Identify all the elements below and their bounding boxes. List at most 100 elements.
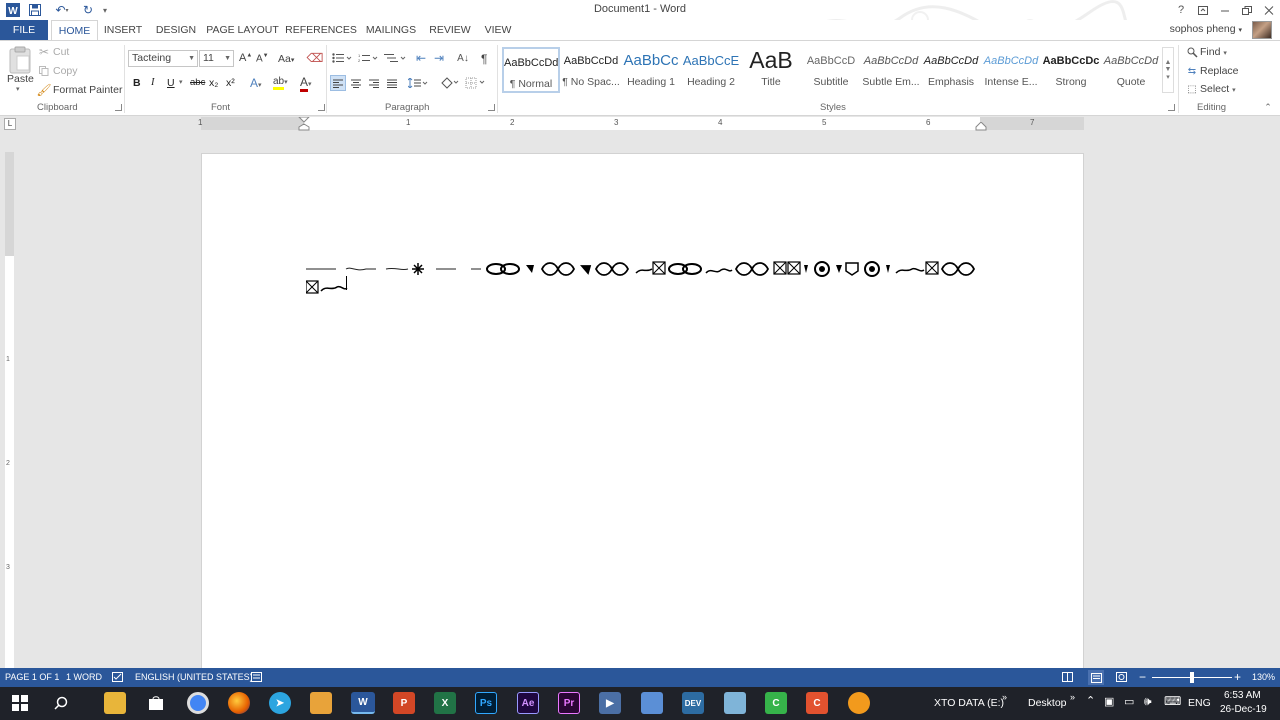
cut-icon[interactable]: ✂: [38, 45, 50, 59]
sort-icon[interactable]: A↓: [455, 51, 471, 65]
macro-icon[interactable]: [251, 672, 262, 684]
superscript-button[interactable]: x²: [226, 77, 235, 89]
document-page[interactable]: [201, 153, 1084, 673]
font-color-button[interactable]: A▾: [300, 75, 312, 92]
style-emphasis[interactable]: AaBbCcDd Emphasis: [922, 47, 980, 93]
align-left-icon[interactable]: [330, 75, 346, 91]
replace-icon[interactable]: ⇆: [1186, 65, 1198, 77]
subscript-button[interactable]: x₂: [209, 77, 218, 89]
restore-icon[interactable]: [1236, 1, 1258, 19]
indent-marker-icon[interactable]: [298, 117, 310, 131]
word-taskbar-icon[interactable]: W: [351, 692, 375, 714]
clear-formatting-icon[interactable]: ⌫: [307, 51, 324, 65]
find-button[interactable]: Find ▾: [1200, 46, 1227, 58]
edit-icon[interactable]: [724, 692, 746, 714]
show-hidden-icons-icon[interactable]: ⌃: [1086, 694, 1095, 707]
style-title[interactable]: AaB Title: [742, 47, 800, 93]
font-name-box[interactable]: Tacteing ▼: [128, 50, 198, 67]
line-spacing-icon[interactable]: [406, 75, 430, 91]
avatar[interactable]: [1252, 21, 1272, 39]
align-right-icon[interactable]: [366, 75, 382, 91]
more-styles-icon[interactable]: ▾: [1166, 73, 1170, 81]
tab-file[interactable]: FILE: [0, 20, 48, 40]
zoom-level[interactable]: 130%: [1252, 672, 1275, 682]
paste-dropdown-icon[interactable]: ▾: [16, 85, 20, 93]
web-layout-icon[interactable]: [1116, 672, 1127, 684]
clipboard-launcher-icon[interactable]: [115, 104, 122, 111]
tab-view[interactable]: VIEW: [479, 20, 517, 40]
style-normal[interactable]: AaBbCcDd ¶ Normal: [502, 47, 560, 93]
media-icon[interactable]: ▶: [599, 692, 621, 714]
justify-icon[interactable]: [384, 75, 400, 91]
powerpoint-icon[interactable]: P: [393, 692, 415, 714]
media-player-icon[interactable]: [310, 692, 332, 714]
cut-button[interactable]: Cut: [53, 46, 69, 58]
align-center-icon[interactable]: [348, 75, 364, 91]
borders-icon[interactable]: [464, 75, 488, 91]
tab-page-layout[interactable]: PAGE LAYOUT: [205, 20, 280, 40]
clock-date[interactable]: 26-Dec-19: [1220, 704, 1267, 715]
multilevel-list-icon[interactable]: [383, 52, 407, 64]
select-icon[interactable]: ⬚: [1186, 83, 1198, 95]
input-language[interactable]: ENG: [1188, 697, 1211, 709]
horizontal-ruler[interactable]: 1 1 2 3 4 5 6 7: [198, 117, 1084, 131]
bold-button[interactable]: B: [133, 77, 141, 89]
tab-home[interactable]: HOME: [51, 20, 98, 40]
language-indicator[interactable]: ENGLISH (UNITED STATES): [135, 672, 253, 682]
vertical-ruler[interactable]: 1 2 3: [5, 152, 14, 668]
devtool-icon[interactable]: DEV: [682, 692, 704, 714]
camtasia-icon[interactable]: C: [765, 692, 787, 714]
change-case-button[interactable]: Aa▾: [278, 53, 294, 65]
chevron-up-icon[interactable]: ▲: [1165, 59, 1172, 66]
help-button[interactable]: ?: [1170, 1, 1192, 19]
tab-review[interactable]: REVIEW: [424, 20, 476, 40]
style-subtitle[interactable]: AaBbCcD Subtitle: [802, 47, 860, 93]
zoom-slider-thumb[interactable]: [1190, 672, 1194, 683]
select-button[interactable]: Select ▾: [1200, 83, 1236, 95]
decrease-indent-icon[interactable]: ⇤: [413, 51, 429, 65]
chrome-icon[interactable]: [187, 692, 209, 714]
style-heading-1[interactable]: AaBbCc Heading 1: [622, 47, 680, 93]
shrink-font-button[interactable]: A▼: [256, 53, 269, 64]
store-icon[interactable]: [145, 692, 167, 714]
underline-button[interactable]: U: [167, 77, 175, 89]
tab-design[interactable]: DESIGN: [150, 20, 202, 40]
highlight-button[interactable]: ab▾: [273, 76, 288, 90]
shading-icon[interactable]: [438, 75, 462, 91]
style-intense-emphasis[interactable]: AaBbCcDd Intense E...: [982, 47, 1040, 93]
format-painter-icon[interactable]: 🖌: [36, 83, 51, 97]
clock-time[interactable]: 6:53 AM: [1224, 690, 1261, 701]
find-icon[interactable]: [1186, 46, 1198, 58]
paragraph-launcher-icon[interactable]: [488, 104, 495, 111]
zoom-in-button[interactable]: +: [1234, 670, 1241, 684]
firefox-icon[interactable]: [228, 692, 250, 714]
tab-insert[interactable]: INSERT: [100, 20, 146, 40]
chevron-down-icon[interactable]: ▼: [1165, 66, 1172, 73]
copy-icon[interactable]: [38, 65, 50, 77]
photoshop-icon[interactable]: Ps: [475, 692, 497, 714]
print-layout-icon[interactable]: [1088, 670, 1104, 685]
premiere-icon[interactable]: Pr: [558, 692, 580, 714]
style-subtle-emphasis[interactable]: AaBbCcDd Subtle Em...: [862, 47, 920, 93]
replace-button[interactable]: Replace: [1200, 65, 1239, 77]
telegram-icon[interactable]: ➤: [269, 692, 291, 714]
styles-scroll[interactable]: ▲ ▼ ▾: [1162, 47, 1174, 93]
proofing-icon[interactable]: [112, 672, 123, 684]
excel-icon[interactable]: X: [434, 692, 456, 714]
font-launcher-icon[interactable]: [318, 104, 325, 111]
ornament-text[interactable]: [306, 257, 986, 297]
underline-dropdown-icon[interactable]: ▾: [179, 78, 183, 86]
keyboard-icon[interactable]: ⌨: [1164, 694, 1181, 708]
power-icon[interactable]: ▭: [1124, 695, 1134, 708]
tab-selector[interactable]: L: [4, 118, 16, 130]
desktop-toolbar[interactable]: Desktop: [1028, 697, 1067, 709]
fl-studio-icon[interactable]: [848, 692, 870, 714]
word-count[interactable]: 1 WORD: [66, 672, 102, 682]
zoom-out-button[interactable]: −: [1139, 670, 1146, 684]
font-size-box[interactable]: 11 ▼: [199, 50, 234, 67]
numbering-icon[interactable]: 12: [357, 52, 379, 64]
user-name[interactable]: sophos pheng ▾: [1170, 23, 1242, 35]
style-quote[interactable]: AaBbCcDd Quote: [1102, 47, 1160, 93]
volume-icon[interactable]: 🕪: [1144, 694, 1152, 709]
toolbar-expand-icon[interactable]: »: [1002, 692, 1007, 702]
